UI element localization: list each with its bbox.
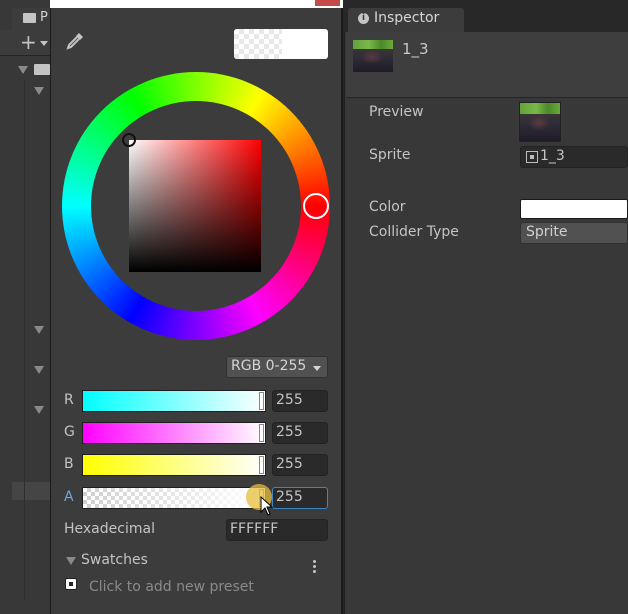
list-item[interactable] xyxy=(12,482,50,500)
chevron-down-icon xyxy=(313,366,321,371)
foldout-arrow-icon[interactable] xyxy=(34,366,44,374)
foldout-arrow-icon[interactable] xyxy=(34,406,44,414)
collider-type-dropdown[interactable]: Sprite xyxy=(520,222,628,244)
color-label: Color xyxy=(369,199,406,215)
folder-icon xyxy=(34,64,50,75)
color-mode-value: RGB 0-255 xyxy=(231,358,307,374)
foldout-arrow-icon[interactable] xyxy=(66,557,76,565)
slider-a[interactable] xyxy=(82,487,266,509)
b-value-field[interactable]: 255 xyxy=(272,454,328,476)
slider-g[interactable] xyxy=(82,422,266,444)
a-value: 255 xyxy=(276,489,303,505)
hexadecimal-value: FFFFFF xyxy=(230,521,279,537)
r-value: 255 xyxy=(276,392,303,408)
sprite-field-value: 1_3 xyxy=(540,148,565,164)
sprite-label: Sprite xyxy=(369,147,411,163)
channel-a-label: A xyxy=(64,489,74,505)
channel-r-label: R xyxy=(64,392,74,408)
tab-inspector-label: Inspector xyxy=(374,10,440,26)
close-button[interactable] xyxy=(315,0,340,6)
tree-line xyxy=(24,80,25,600)
slider-r[interactable] xyxy=(82,390,266,412)
collider-type-value: Sprite xyxy=(526,224,568,240)
tab-inspector[interactable]: i Inspector xyxy=(348,8,464,32)
channel-g-label: G xyxy=(64,424,75,440)
slider-handle[interactable] xyxy=(259,424,264,442)
hexadecimal-label: Hexadecimal xyxy=(64,521,155,537)
foldout-arrow-icon[interactable] xyxy=(18,66,28,74)
color-field[interactable] xyxy=(520,199,628,219)
sprite-icon xyxy=(526,151,538,163)
saturation-value-square[interactable] xyxy=(129,140,261,272)
channel-b-label: B xyxy=(64,456,74,472)
g-value-field[interactable]: 255 xyxy=(272,422,328,444)
sprite-preview[interactable] xyxy=(519,102,561,142)
tab-project-label: P xyxy=(40,10,48,25)
preview-label: Preview xyxy=(369,104,424,120)
alpha-checker xyxy=(234,29,282,59)
color-mode-dropdown[interactable]: RGB 0-255 xyxy=(226,356,328,378)
eyedropper-icon[interactable] xyxy=(64,30,86,52)
hue-cursor[interactable] xyxy=(303,193,329,219)
project-toolbar: + xyxy=(0,30,50,56)
mouse-pointer-icon xyxy=(260,496,274,516)
tab-project[interactable]: P xyxy=(12,8,50,30)
slider-handle[interactable] xyxy=(259,392,264,410)
info-icon: i xyxy=(358,13,369,24)
foldout-arrow-icon[interactable] xyxy=(34,87,44,95)
object-thumbnail xyxy=(353,40,393,72)
chevron-down-icon[interactable] xyxy=(40,41,48,46)
slider-handle[interactable] xyxy=(259,456,264,474)
hexadecimal-field[interactable]: FFFFFF xyxy=(226,519,328,541)
a-value-field[interactable]: 255 xyxy=(272,487,328,509)
sv-cursor[interactable] xyxy=(122,133,136,147)
more-options-icon[interactable] xyxy=(312,560,318,576)
collider-type-label: Collider Type xyxy=(369,224,459,240)
slider-b[interactable] xyxy=(82,454,266,476)
foldout-arrow-icon[interactable] xyxy=(34,326,44,334)
object-name: 1_3 xyxy=(402,40,429,58)
swatches-label[interactable]: Swatches xyxy=(81,552,148,568)
b-value: 255 xyxy=(276,456,303,472)
r-value-field[interactable]: 255 xyxy=(272,390,328,412)
g-value: 255 xyxy=(276,424,303,440)
add-icon[interactable]: + xyxy=(20,32,37,52)
picker-titlebar[interactable] xyxy=(50,0,343,8)
folder-icon xyxy=(23,13,36,23)
preset-swatch-icon[interactable] xyxy=(65,578,77,590)
add-preset-hint[interactable]: Click to add new preset xyxy=(89,579,254,595)
current-color-preview xyxy=(234,29,328,59)
sprite-field[interactable]: 1_3 xyxy=(520,146,628,168)
